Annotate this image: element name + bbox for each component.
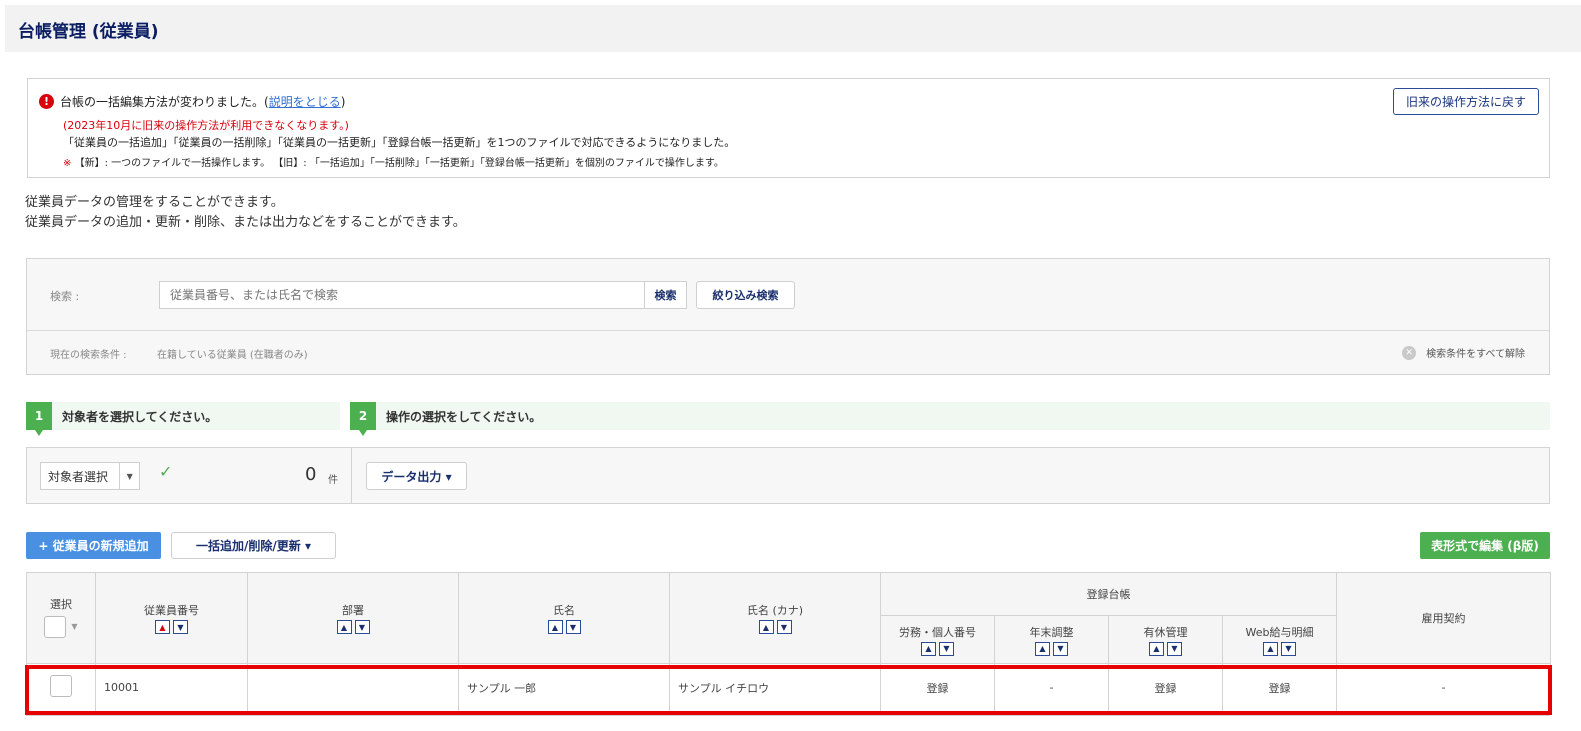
step-2-banner: 2 操作の選択をしてください。 [350,402,1550,436]
labor-cell[interactable]: 登録 [880,663,995,712]
chevron-down-icon[interactable]: ▼ [565,620,581,634]
paid-leave-column-header: 有休管理 ▲ ▼ [1108,615,1223,664]
employment-contract-column-header: 雇用契約 [1336,572,1551,664]
year-end-cell: - [994,663,1109,712]
divider [351,448,352,503]
search-condition-label: 現在の検索条件 : [50,350,127,361]
chevron-up-icon[interactable]: ▲ [758,620,774,634]
page-header: 台帳管理 (従業員) [5,5,1581,52]
change-notice: ! 台帳の一括編集方法が変わりました。(説明をとじる) (2023年10月に旧来… [27,78,1550,178]
chevron-down-icon[interactable]: ▼ [939,641,954,656]
department-column-header: 部署 ▲ ▼ [247,572,459,664]
employee-no-cell[interactable]: 10001 [95,663,248,712]
selection-bar: 対象者選択 ▼ ✓ 0 件 データ出力 ▾ [26,447,1550,504]
target-select-dropdown[interactable]: 対象者選択 ▼ [40,462,140,490]
caret-down-icon: ▼ [119,463,139,489]
chevron-down-icon[interactable]: ▼ [173,620,188,634]
selected-count: 0 [305,464,317,485]
name-kana-column-header: 氏名 (カナ) ▲ ▼ [669,572,881,664]
step-1-banner: 1 対象者を選択してください。 [26,402,340,436]
row-checkbox[interactable] [50,675,72,697]
notice-detail: 「従業員の一括追加」「従業員の一括削除」「従業員の一括更新」「登録台帳一括更新」… [63,136,736,149]
registry-group-header: 登録台帳 [880,572,1337,616]
search-label: 検索 : [50,290,80,303]
revert-old-method-button[interactable]: 旧来の操作方法に戻す [1393,88,1539,115]
chevron-up-icon[interactable]: ▲ [921,641,936,656]
chevron-up-icon[interactable]: ▲ [1149,641,1164,656]
chevron-down-icon[interactable]: ▼ [776,620,792,634]
chevron-down-icon[interactable]: ▼ [1281,641,1296,656]
page-description: 従業員データの管理をすることができます。 従業員データの追加・更新・削除、または… [25,195,466,230]
step-number: 1 [26,402,52,436]
name-kana-cell: サンプル イチロウ [669,663,881,712]
step-label: 対象者を選択してください。 [62,409,218,424]
caret-down-icon[interactable]: ▼ [71,622,77,631]
department-cell [247,663,459,712]
select-all-checkbox[interactable] [44,615,67,638]
clear-all-conditions-button[interactable]: ✕ 検索条件をすべて解除 [1402,345,1525,360]
name-cell[interactable]: サンプル 一郎 [458,663,670,712]
search-button[interactable]: 検索 [644,281,687,309]
filter-search-button[interactable]: 絞り込み検索 [696,281,795,309]
chevron-down-icon[interactable]: ▼ [1053,641,1068,656]
paid-leave-cell[interactable]: 登録 [1108,663,1223,712]
close-description-link[interactable]: 説明をとじる [269,93,341,110]
next-table-row [26,715,1550,731]
page-title: 台帳管理 (従業員) [18,22,159,42]
year-end-column-header: 年末調整 ▲ ▼ [994,615,1109,664]
table-edit-button[interactable]: 表形式で編集 (β版) [1420,532,1550,559]
web-payslip-cell[interactable]: 登録 [1222,663,1337,712]
count-unit: 件 [328,475,338,486]
step-label: 操作の選択をしてください。 [386,409,542,424]
check-icon: ✓ [159,462,173,481]
chevron-up-icon[interactable]: ▲ [1263,641,1278,656]
chevron-up-icon[interactable]: ▲ [547,620,563,634]
chevron-down-icon[interactable]: ▼ [1167,641,1182,656]
chevron-down-icon[interactable]: ▼ [354,620,370,634]
employment-contract-cell: - [1336,663,1551,712]
deprecation-warning: (2023年10月に旧来の操作方法が利用できなくなります。) [63,119,349,132]
alert-circle-icon: ! [39,94,54,109]
search-panel: 検索 : 検索 絞り込み検索 現在の検索条件 : 在籍している従業員 (在職者の… [26,258,1550,375]
data-export-button[interactable]: データ出力 ▾ [366,462,467,490]
bulk-operation-button[interactable]: 一括追加/削除/更新 ▾ [171,532,336,559]
chevron-up-icon[interactable]: ▲ [155,620,170,634]
notice-note: ※ 【新】: 一つのファイルで一括操作します。 【旧】: 「一括追加」「一括削除… [63,158,724,169]
employee-no-column-header: 従業員番号 ▲ ▼ [95,572,248,664]
search-input[interactable] [159,281,645,309]
add-employee-button[interactable]: + 従業員の新規追加 [26,532,161,559]
step-number: 2 [350,402,376,436]
clear-circle-icon: ✕ [1402,345,1417,360]
table-row[interactable]: 10001 サンプル 一郎 サンプル イチロウ 登録 - 登録 登録 - [26,663,1551,712]
web-payslip-column-header: Web給与明細 ▲ ▼ [1222,615,1337,664]
notice-line: ! 台帳の一括編集方法が変わりました。(説明をとじる) [39,93,345,110]
chevron-up-icon[interactable]: ▲ [1035,641,1050,656]
select-column-header: 選択 ▼ [26,572,96,664]
chevron-up-icon[interactable]: ▲ [336,620,352,634]
search-condition-value: 在籍している従業員 (在職者のみ) [157,350,308,361]
name-column-header: 氏名 ▲ ▼ [458,572,670,664]
row-select-cell [26,663,96,712]
divider [27,330,1549,331]
labor-column-header: 労務・個人番号 ▲ ▼ [880,615,995,664]
employee-table: 選択 ▼ 従業員番号 ▲ ▼ 部署 ▲ ▼ 氏名 ▲ ▼ 氏名 (カナ) ▲ ▼ 登録台… [26,572,1551,712]
